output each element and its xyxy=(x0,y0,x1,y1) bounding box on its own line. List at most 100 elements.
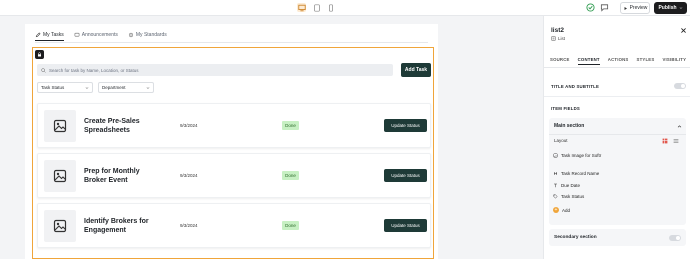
page-tabs: My Tasks Announcements My Standards xyxy=(35,29,167,41)
update-status-button[interactable]: Update Status xyxy=(384,119,427,132)
tab-content[interactable]: CONTENT xyxy=(577,57,600,65)
panel-tabs-divider xyxy=(544,67,690,68)
panel-tabs: SOURCE CONTENT ACTIONS STYLES VISIBILITY xyxy=(550,57,686,65)
search-input[interactable]: Search for task by Name, Location, or St… xyxy=(37,64,393,76)
task-card[interactable]: Identify Brokers for Engagement 9/3/2024… xyxy=(37,203,431,248)
lock-icon xyxy=(38,52,41,57)
chat-icon xyxy=(74,32,80,37)
publish-label: Publish xyxy=(658,5,677,11)
text-icon xyxy=(554,183,557,188)
image-placeholder-icon xyxy=(53,119,67,133)
chevron-down-icon xyxy=(679,7,682,9)
tab-my-standards[interactable]: My Standards xyxy=(128,29,167,41)
task-image xyxy=(44,160,76,192)
tab-label: My Standards xyxy=(135,32,167,38)
field-label: Due Date xyxy=(561,183,581,188)
task-card[interactable]: Prep for Monthly Broker Event 9/3/2024 D… xyxy=(37,153,431,198)
task-image xyxy=(44,110,76,142)
secondary-section-label: Secondary section xyxy=(554,235,597,240)
block-type: List xyxy=(551,36,565,41)
publish-button[interactable]: Publish xyxy=(654,2,687,14)
close-icon[interactable] xyxy=(680,27,687,34)
tabs-divider xyxy=(35,42,428,43)
tab-styles[interactable]: STYLES xyxy=(637,57,655,65)
add-label: Add xyxy=(562,207,571,213)
search-placeholder: Search for task by Name, Location, or St… xyxy=(49,67,139,73)
filter-label: Department xyxy=(102,85,126,90)
field-item[interactable]: Task Status xyxy=(553,194,584,199)
play-icon xyxy=(624,6,627,10)
tab-label: My Tasks xyxy=(43,31,64,38)
task-date: 9/3/2024 xyxy=(180,123,198,128)
field-label: Task Image for Softr xyxy=(561,153,602,158)
tab-visibility[interactable]: VISIBILITY xyxy=(662,57,686,65)
gear-icon xyxy=(128,32,133,38)
task-date: 9/3/2024 xyxy=(180,223,198,228)
saved-check-icon xyxy=(586,3,595,12)
chevron-up-icon[interactable] xyxy=(677,124,682,129)
section-divider xyxy=(544,96,690,97)
add-task-button[interactable]: Add Task xyxy=(401,63,431,77)
layout-list-icon[interactable] xyxy=(673,138,679,144)
plus-icon: + xyxy=(553,207,559,213)
task-status-filter[interactable]: Task Status xyxy=(37,82,93,93)
field-label: Task Status xyxy=(561,194,585,199)
desktop-view-icon[interactable] xyxy=(297,3,306,12)
task-title: Create Pre-Sales Spreadsheets xyxy=(84,118,140,134)
secondary-section-toggle[interactable] xyxy=(669,235,681,241)
page-preview: My Tasks Announcements My Standards Sear… xyxy=(25,24,438,259)
field-item[interactable]: Task Image for Softr xyxy=(553,153,601,158)
tab-announcements[interactable]: Announcements xyxy=(74,29,118,41)
heading-icon xyxy=(554,172,557,175)
item-fields-label: ITEM FIELDS xyxy=(551,106,580,111)
task-title: Identify Brokers for Engagement xyxy=(84,218,149,234)
mobile-view-icon[interactable] xyxy=(326,3,335,12)
tab-label: Announcements xyxy=(81,32,118,38)
chevron-down-icon xyxy=(85,86,89,89)
add-field-button[interactable]: + Add xyxy=(553,207,570,213)
list-block-selected[interactable]: Search for task by Name, Location, or St… xyxy=(32,47,434,259)
update-status-button[interactable]: Update Status xyxy=(384,219,427,232)
status-badge: Done xyxy=(282,221,299,230)
image-placeholder-icon xyxy=(53,169,67,183)
main-section-panel: Main section Layout Task Image for Softr… xyxy=(549,118,686,225)
tablet-view-icon[interactable] xyxy=(312,3,321,12)
task-card[interactable]: Create Pre-Sales Spreadsheets 9/3/2024 D… xyxy=(37,103,431,148)
chevron-down-icon xyxy=(146,86,150,89)
image-placeholder-icon xyxy=(53,219,67,233)
comments-icon[interactable] xyxy=(600,3,609,12)
task-image xyxy=(44,210,76,242)
task-date: 9/3/2024 xyxy=(180,173,198,178)
layout-label: Layout xyxy=(554,138,568,143)
list-icon xyxy=(551,36,556,41)
top-toolbar: Preview Publish xyxy=(0,0,690,16)
tab-source[interactable]: SOURCE xyxy=(550,57,570,65)
tag-icon xyxy=(553,194,558,199)
department-filter[interactable]: Department xyxy=(98,82,154,93)
preview-button[interactable]: Preview xyxy=(620,2,650,14)
tab-actions[interactable]: ACTIONS xyxy=(608,57,629,65)
main-section-title[interactable]: Main section xyxy=(554,123,584,129)
title-subtitle-toggle[interactable] xyxy=(674,83,686,89)
update-status-button[interactable]: Update Status xyxy=(384,169,427,182)
tab-my-tasks[interactable]: My Tasks xyxy=(35,29,64,41)
status-badge: Done xyxy=(282,121,299,130)
title-and-subtitle-label: TITLE AND SUBTITLE xyxy=(551,84,600,89)
edit-icon xyxy=(35,32,41,37)
search-icon xyxy=(41,67,46,73)
task-title: Prep for Monthly Broker Event xyxy=(84,168,140,184)
editor-canvas: My Tasks Announcements My Standards Sear… xyxy=(0,16,543,259)
field-item[interactable]: Due Date xyxy=(553,183,580,188)
filter-label: Task Status xyxy=(41,85,65,90)
preview-label: Preview xyxy=(629,5,648,11)
field-item[interactable]: Task Record Name xyxy=(553,171,599,176)
block-title[interactable]: list2 xyxy=(551,27,564,34)
block-settings-panel: list2 List SOURCE CONTENT ACTIONS STYLES… xyxy=(543,16,690,259)
block-type-label: List xyxy=(558,36,566,41)
layout-grid-icon[interactable] xyxy=(662,138,668,144)
status-badge: Done xyxy=(282,171,299,180)
field-label: Task Record Name xyxy=(561,171,600,176)
block-badge[interactable] xyxy=(35,50,44,59)
main-section-divider xyxy=(549,134,686,135)
image-icon xyxy=(553,153,558,158)
